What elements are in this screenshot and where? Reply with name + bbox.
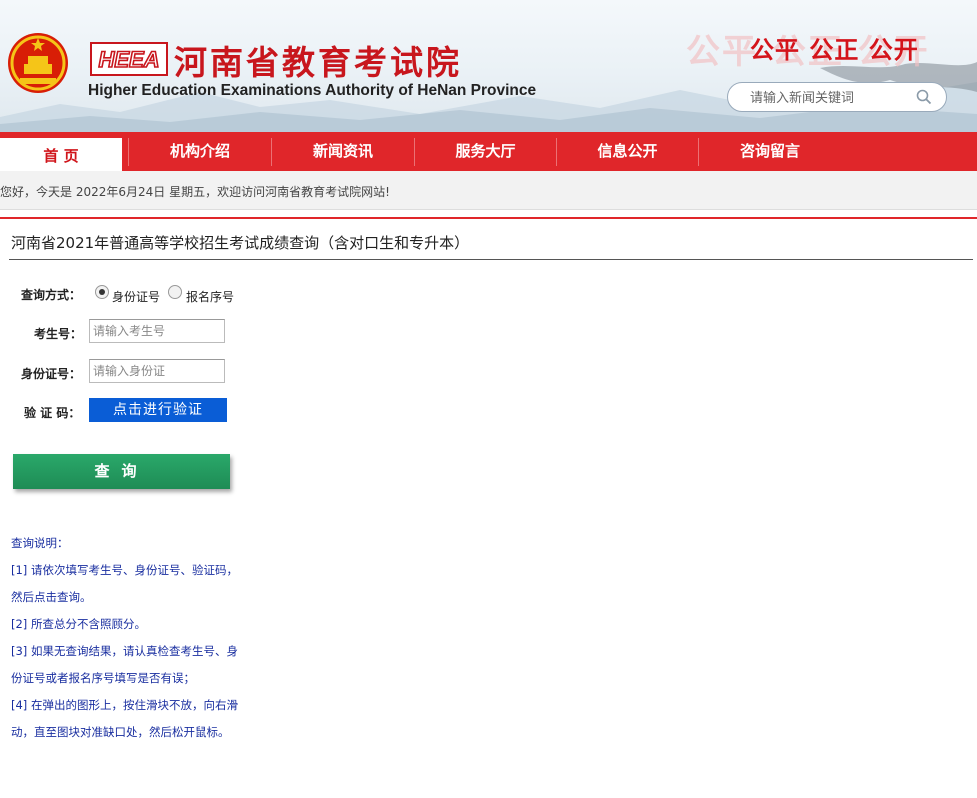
- news-search-input[interactable]: [748, 87, 912, 109]
- nav-news[interactable]: 新闻资讯: [272, 132, 414, 171]
- id-number-input[interactable]: [89, 359, 225, 383]
- heea-logo: HEEA: [90, 42, 168, 76]
- nav-info[interactable]: 信息公开: [557, 132, 698, 171]
- welcome-text: 您好，今天是 2022年6月24日 星期五，欢迎访问河南省教育考试院网站!: [0, 185, 390, 199]
- nav-home[interactable]: 首 页: [0, 135, 122, 174]
- notes-item: [1] 请依次填写考生号、身份证号、验证码，然后点击查询。: [11, 563, 238, 604]
- notes-heading: 查询说明：: [11, 536, 69, 550]
- search-icon[interactable]: [916, 89, 932, 105]
- notes-item: [4] 在弹出的图形上，按住滑块不放，向右滑动，直至图块对准缺口处，然后松开鼠标…: [11, 698, 238, 739]
- notes-item: [2] 所查总分不含照顾分。: [11, 617, 146, 631]
- captcha-label: 验 证 码：: [24, 406, 81, 420]
- exam-number-label: 考生号：: [34, 327, 83, 341]
- radio-id-number-label[interactable]: 身份证号: [112, 288, 160, 305]
- notes-item: [3] 如果无查询结果，请认真检查考生号、身份证号或者报名序号填写是否有误；: [11, 644, 238, 685]
- slogan: 公平 公正 公开: [750, 36, 919, 64]
- content-top-rule: [0, 217, 977, 219]
- query-instructions: 查询说明： [1] 请依次填写考生号、身份证号、验证码，然后点击查询。 [2] …: [11, 530, 239, 746]
- nav-service[interactable]: 服务大厅: [415, 132, 556, 171]
- id-number-label: 身份证号：: [21, 367, 82, 381]
- radio-registration-number[interactable]: [168, 285, 182, 299]
- page-title: 河南省2021年普通高等学校招生考试成绩查询（含对口生和专升本）: [11, 234, 470, 252]
- site-header: HEEA 河南省教育考试院 Higher Education Examinati…: [0, 0, 977, 132]
- svg-text:HEEA: HEEA: [98, 47, 159, 72]
- site-title-cn: 河南省教育考试院: [174, 43, 462, 82]
- national-emblem-icon: [8, 33, 68, 93]
- news-search-box: [727, 82, 947, 112]
- query-mode-label: 查询方式：: [21, 288, 82, 302]
- site-title-en: Higher Education Examinations Authority …: [88, 82, 537, 99]
- query-button[interactable]: 查询: [13, 454, 230, 489]
- welcome-bar: 您好，今天是 2022年6月24日 星期五，欢迎访问河南省教育考试院网站!: [0, 171, 977, 210]
- radio-registration-number-label[interactable]: 报名序号: [186, 288, 234, 305]
- nav-consult[interactable]: 咨询留言: [699, 132, 841, 171]
- exam-number-input[interactable]: [89, 319, 225, 343]
- radio-id-number[interactable]: [95, 285, 109, 299]
- nav-about[interactable]: 机构介绍: [129, 132, 271, 171]
- captcha-verify-button[interactable]: 点击进行验证: [89, 398, 227, 422]
- main-nav: 首 页 机构介绍 新闻资讯 服务大厅 信息公开 咨询留言: [0, 132, 977, 174]
- title-divider: [9, 259, 973, 260]
